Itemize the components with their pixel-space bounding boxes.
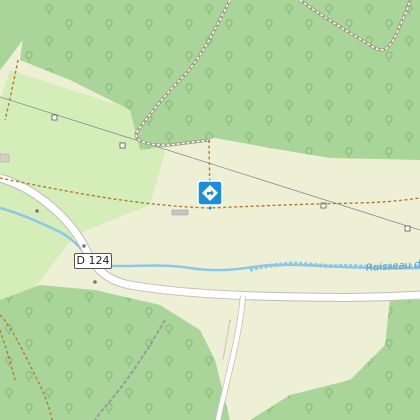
parking-area bbox=[171, 209, 189, 216]
poi-dot-3 bbox=[93, 280, 97, 284]
poi-dot bbox=[35, 209, 39, 213]
poi-dot-2 bbox=[82, 244, 86, 248]
map-canvas bbox=[0, 0, 420, 420]
map-view[interactable]: D 124 Ruisseau de bbox=[0, 0, 420, 420]
road-label-d124: D 124 bbox=[74, 253, 112, 269]
directions-marker[interactable] bbox=[197, 180, 223, 210]
building bbox=[0, 153, 10, 163]
road-ref-text: D 124 bbox=[76, 254, 110, 267]
directions-diamond-icon bbox=[197, 180, 223, 210]
